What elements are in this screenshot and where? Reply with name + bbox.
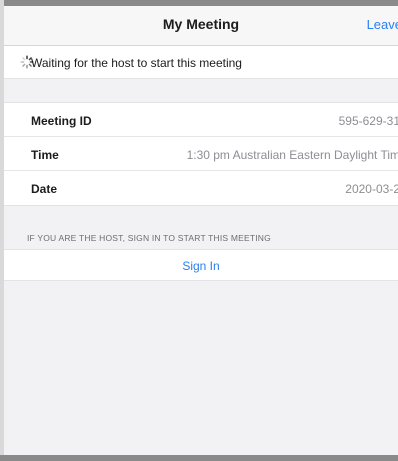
meeting-info-list: Meeting ID 595-629-31 Time 1:30 pm Austr… (4, 102, 398, 206)
bottom-border (0, 455, 398, 461)
host-section-header: IF YOU ARE THE HOST, SIGN IN TO START TH… (27, 233, 271, 243)
date-row: Date 2020-03-2 (4, 171, 398, 205)
date-label: Date (31, 182, 58, 196)
waiting-status-text: Waiting for the host to start this meeti… (31, 56, 242, 70)
waiting-status-bar: Waiting for the host to start this meeti… (4, 46, 398, 79)
page-title: My Meeting (162, 16, 240, 32)
date-value: 2020-03-2 (345, 182, 398, 196)
time-value: 1:30 pm Australian Eastern Daylight Tim (186, 148, 398, 162)
time-row: Time 1:30 pm Australian Eastern Daylight… (4, 137, 398, 171)
meeting-id-row: Meeting ID 595-629-31 (4, 103, 398, 137)
navigation-bar: My Meeting Leave (4, 6, 398, 46)
leave-button[interactable]: Leave (367, 17, 398, 32)
meeting-id-label: Meeting ID (31, 114, 92, 128)
meeting-id-value: 595-629-31 (338, 114, 398, 128)
sign-in-button[interactable]: Sign In (4, 249, 398, 281)
app-window: My Meeting Leave Waiting for the host to… (0, 0, 398, 461)
time-label: Time (31, 148, 59, 162)
sign-in-label: Sign In (182, 259, 220, 273)
